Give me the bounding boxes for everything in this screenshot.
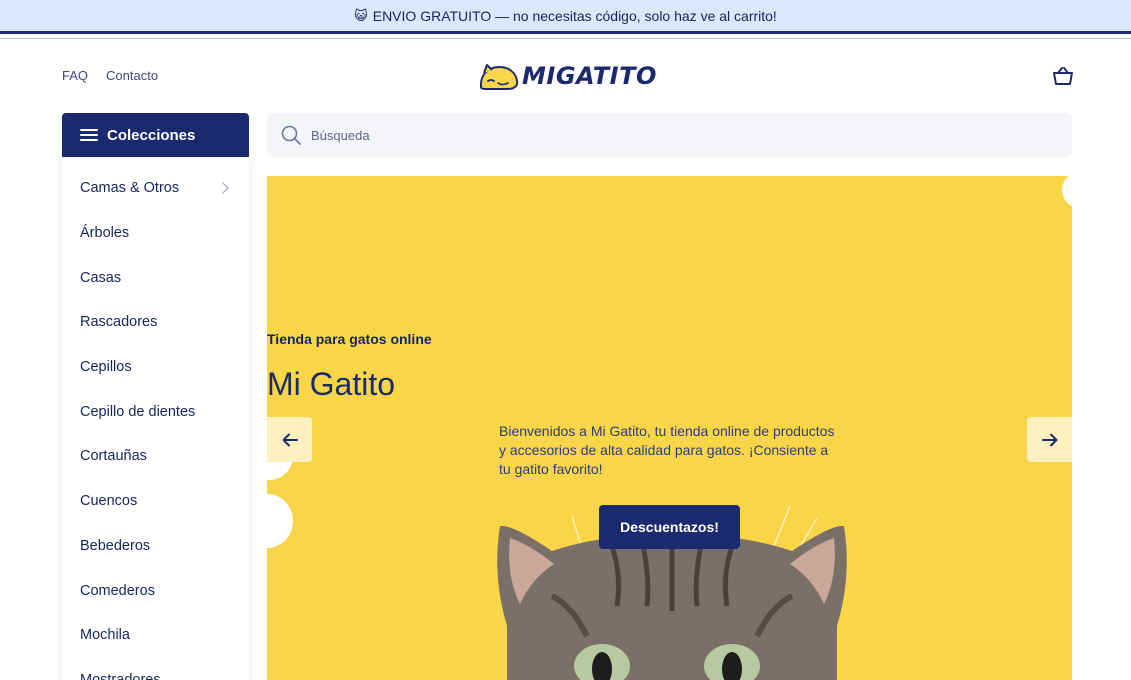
- sidebar-item-mochila[interactable]: Mochila: [62, 613, 249, 658]
- sidebar-item-comederos[interactable]: Comederos: [62, 568, 249, 613]
- basket-icon[interactable]: [1052, 66, 1074, 86]
- search-icon: [281, 125, 301, 145]
- hero-banner: Tienda para gatos online Mi Gatito Bienv…: [267, 176, 1072, 680]
- discounts-button[interactable]: Descuentazos!: [599, 505, 740, 549]
- hero-title: Mi Gatito: [267, 366, 396, 402]
- announcement-bar: 😺 ENVIO GRATUITO — no necesitas código, …: [0, 0, 1131, 34]
- site-header: FAQ Contacto MIGATITO: [0, 40, 1131, 112]
- sidebar-item-camas[interactable]: Camas & Otros: [62, 166, 249, 211]
- brand-logo[interactable]: MIGATITO: [478, 60, 657, 92]
- search-input[interactable]: [311, 127, 1011, 143]
- decorative-blob: [1062, 176, 1072, 208]
- hero-kicker: Tienda para gatos online: [267, 331, 432, 347]
- sidebar-item-cortaunas[interactable]: Cortauñas: [62, 434, 249, 479]
- cat-logo-icon: [479, 64, 519, 90]
- collections-label: Colecciones: [107, 126, 196, 144]
- announcement-text: ENVIO GRATUITO — no necesitas código, so…: [372, 7, 777, 24]
- hamburger-icon: [80, 129, 98, 141]
- collections-button[interactable]: Colecciones: [62, 113, 249, 157]
- sidebar-item-cepillo-dientes[interactable]: Cepillo de dientes: [62, 389, 249, 434]
- header-nav: FAQ Contacto: [62, 68, 158, 83]
- brand-name: MIGATITO: [522, 62, 657, 90]
- sidebar-item-arboles[interactable]: Árboles: [62, 211, 249, 256]
- announcement-divider: [0, 38, 1131, 39]
- sidebar-item-cuencos[interactable]: Cuencos: [62, 479, 249, 524]
- contact-link[interactable]: Contacto: [106, 68, 158, 83]
- hero-description: Bienvenidos a Mi Gatito, tu tienda onlin…: [499, 423, 835, 477]
- slide-next-button[interactable]: [1027, 417, 1072, 462]
- sidebar-item-casas[interactable]: Casas: [62, 255, 249, 300]
- decorative-blob: [267, 494, 293, 548]
- slide-prev-button[interactable]: [267, 417, 312, 462]
- sidebar-item-cepillos[interactable]: Cepillos: [62, 345, 249, 390]
- chevron-right-icon: [217, 182, 229, 195]
- arrow-left-icon: [282, 433, 298, 446]
- sidebar-item-rascadores[interactable]: Rascadores: [62, 300, 249, 345]
- sidebar-item-bebederos[interactable]: Bebederos: [62, 524, 249, 569]
- cat-emoji-icon: 😺: [354, 7, 368, 23]
- collections-sidebar: Camas & Otros Árboles Casas Rascadores C…: [62, 157, 249, 680]
- sidebar-item-mostradores[interactable]: Mostradores: [62, 658, 249, 680]
- faq-link[interactable]: FAQ: [62, 68, 88, 83]
- arrow-right-icon: [1041, 433, 1057, 446]
- search-bar[interactable]: [267, 113, 1072, 157]
